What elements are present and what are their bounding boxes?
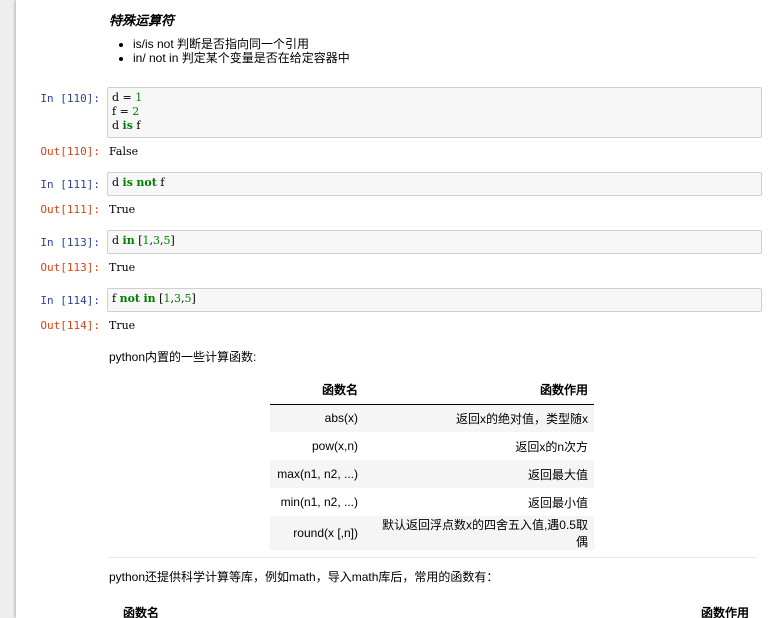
column-header: 函数名 (123, 606, 160, 618)
input-prompt: In [110]: (40, 92, 100, 105)
markdown-paragraph: python内置的一些计算函数: (109, 350, 257, 364)
code-text: d (112, 234, 123, 247)
markdown-bullet-list: is/is not 判断是否指向同一个引用 in/ not in 判定某个变量是… (109, 38, 350, 66)
code-cell-input[interactable]: f not in [1,3,5] (107, 288, 762, 312)
bullet-item: in/ not in 判定某个变量是否在给定容器中 (133, 52, 350, 65)
code-line: d is not f (112, 176, 757, 190)
table-cell: 返回x的绝对值，类型随x (364, 404, 594, 432)
code-line: d in [1,3,5] (112, 234, 757, 248)
input-prompt: In [111]: (40, 178, 100, 191)
code-number: 1 (142, 234, 150, 247)
table-cell: min(n1, n2, ...) (280, 495, 358, 509)
code-text: [ (134, 234, 143, 247)
table-cell: abs(x) (270, 404, 364, 432)
code-keyword: in (122, 234, 135, 247)
code-text: d (112, 119, 123, 132)
table-cell: 返回最大值 (364, 460, 594, 488)
code-cell-input[interactable]: d = 1f = 2d is f (107, 87, 762, 138)
cell-output: True (109, 319, 136, 332)
table-cell: pow(x,n) (311, 439, 358, 453)
code-text: f = (112, 105, 133, 118)
table-row: pow(x,n) 返回x的n次方 (270, 432, 594, 460)
code-number: 5 (163, 234, 171, 247)
code-keyword: is (122, 176, 133, 189)
output-prompt: Out[111]: (40, 203, 100, 216)
code-number: 3 (153, 234, 161, 247)
table-row: abs(x) 返回x的绝对值，类型随x (270, 404, 594, 432)
cell-output: True (109, 203, 136, 216)
code-text: d (112, 176, 123, 189)
cell-output: True (109, 261, 136, 274)
table-header-row: 函数名 函数作用 (270, 376, 594, 405)
column-header: 函数作用 (701, 606, 750, 618)
builtin-functions-table: 函数名 函数作用 abs(x) 返回x的绝对值，类型随x pow(x,n) 返回… (270, 376, 594, 550)
code-number: 1 (135, 91, 143, 104)
code-keyword: is (122, 119, 133, 132)
table-cell: 默认返回浮点数x的四舍五入值,遇0.5取偶 (364, 516, 594, 550)
table-cell: 返回最小值 (527, 495, 588, 510)
code-text: d = (112, 91, 136, 104)
column-header: 函数作用 (364, 376, 594, 405)
markdown-paragraph: python还提供科学计算等库，例如math，导入math库后，常用的函数有： (109, 570, 499, 584)
notebook-page: 特殊运算符 is/is not 判断是否指向同一个引用 in/ not in 判… (16, 0, 771, 618)
table-row: max(n1, n2, ...) 返回最大值 (270, 460, 594, 488)
input-prompt: In [114]: (40, 294, 100, 307)
output-prompt: Out[110]: (40, 145, 100, 158)
code-number: 3 (173, 292, 181, 305)
code-keyword: not (119, 292, 140, 305)
section-divider (109, 557, 756, 558)
table-row: min(n1, n2, ...) 返回最小值 (270, 488, 594, 516)
table-cell: 返回x的n次方 (515, 439, 588, 454)
code-line: f not in [1,3,5] (112, 292, 757, 306)
column-header: 函数名 (270, 376, 364, 405)
code-cell-input[interactable]: d in [1,3,5] (107, 230, 762, 254)
code-text: f (156, 176, 165, 189)
output-prompt: Out[113]: (40, 261, 100, 274)
code-line: d = 1 (112, 91, 757, 105)
code-line: d is f (112, 119, 757, 133)
code-number: 2 (132, 105, 140, 118)
table-cell: round(x [,n]) (270, 516, 364, 550)
code-cell-input[interactable]: d is not f (107, 172, 762, 196)
cell-output: False (109, 145, 139, 158)
code-text: f (112, 292, 120, 305)
table-cell: max(n1, n2, ...) (270, 460, 364, 488)
code-text: f (132, 119, 141, 132)
output-prompt: Out[114]: (40, 319, 100, 332)
table-row: round(x [,n]) 默认返回浮点数x的四舍五入值,遇0.5取偶 (270, 516, 594, 550)
code-keyword: in (143, 292, 156, 305)
bullet-item: is/is not 判断是否指向同一个引用 (133, 38, 350, 51)
code-text: ] (191, 292, 196, 305)
code-text: ] (170, 234, 175, 247)
code-keyword: not (136, 176, 157, 189)
input-prompt: In [113]: (40, 236, 100, 249)
code-line: f = 2 (112, 105, 757, 119)
markdown-heading: 特殊运算符 (109, 13, 175, 28)
